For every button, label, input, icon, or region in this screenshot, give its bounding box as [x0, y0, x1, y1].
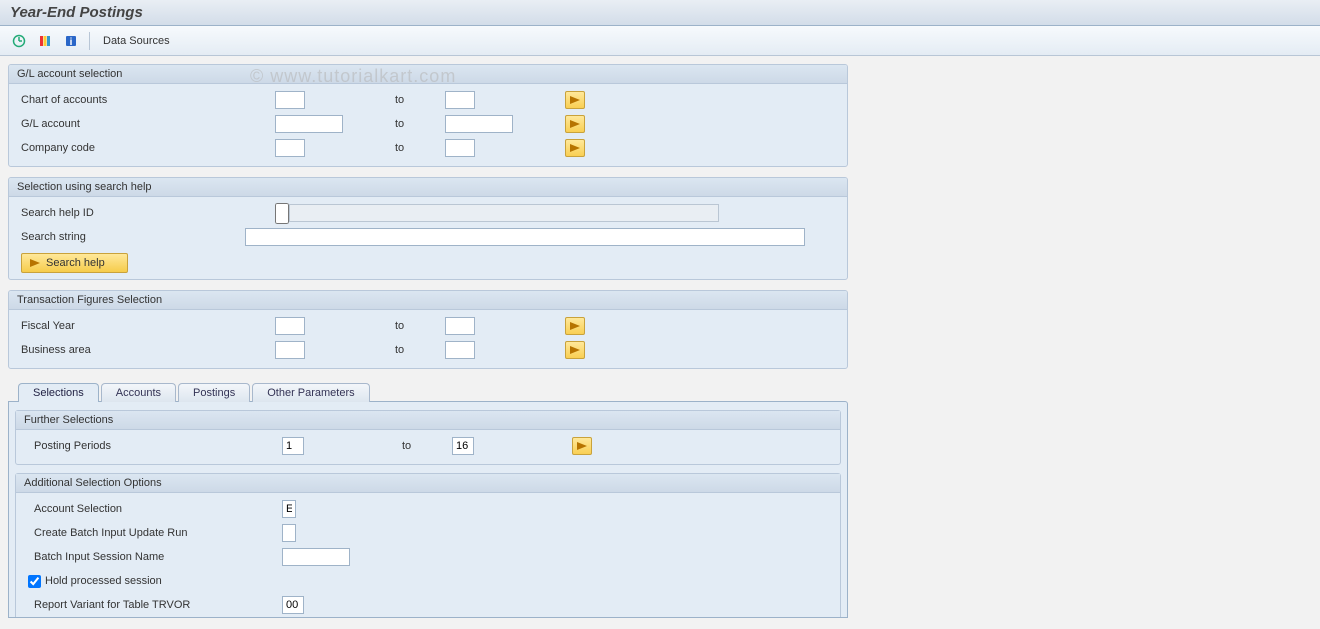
business-area-label: Business area — [15, 344, 275, 356]
posting-periods-from-input[interactable] — [282, 437, 304, 455]
hold-processed-session-label: Hold processed session — [45, 575, 162, 587]
business-area-from-input[interactable] — [275, 341, 305, 359]
multi-select-icon[interactable] — [565, 115, 585, 133]
multi-select-icon[interactable] — [572, 437, 592, 455]
page-title: Year-End Postings — [10, 4, 143, 21]
gl-account-from-input[interactable] — [275, 115, 343, 133]
multi-select-icon[interactable] — [565, 317, 585, 335]
svg-text:i: i — [70, 37, 73, 48]
info-icon[interactable]: i — [60, 31, 82, 51]
create-batch-input[interactable] — [282, 524, 296, 542]
batch-input-session-input[interactable] — [282, 548, 350, 566]
group-header: Further Selections — [16, 411, 840, 430]
account-selection-label: Account Selection — [22, 503, 282, 515]
group-further-selections: Further Selections Posting Periods to — [15, 410, 841, 465]
to-label: to — [402, 440, 452, 452]
tab-body-selections: Further Selections Posting Periods to Ad… — [8, 401, 848, 618]
execute-icon[interactable] — [8, 31, 30, 51]
group-search-help: Selection using search help Search help … — [8, 177, 848, 280]
tab-accounts[interactable]: Accounts — [101, 383, 176, 402]
group-header: G/L account selection — [9, 65, 847, 84]
tabstrip: Selections Accounts Postings Other Param… — [8, 379, 848, 618]
data-sources-button[interactable]: Data Sources — [103, 35, 170, 47]
fiscal-year-to-input[interactable] — [445, 317, 475, 335]
page-title-bar: Year-End Postings — [0, 0, 1320, 26]
fiscal-year-label: Fiscal Year — [15, 320, 275, 332]
variant-icon[interactable] — [34, 31, 56, 51]
tab-selections[interactable]: Selections — [18, 383, 99, 402]
search-help-button[interactable]: Search help — [21, 253, 128, 273]
chart-of-accounts-to-input[interactable] — [445, 91, 475, 109]
batch-input-session-label: Batch Input Session Name — [22, 551, 282, 563]
chart-of-accounts-label: Chart of accounts — [15, 94, 275, 106]
group-header: Selection using search help — [9, 178, 847, 197]
multi-select-icon[interactable] — [565, 91, 585, 109]
business-area-to-input[interactable] — [445, 341, 475, 359]
group-additional-selection-options: Additional Selection Options Account Sel… — [15, 473, 841, 617]
to-label: to — [395, 344, 445, 356]
search-string-input[interactable] — [245, 228, 805, 246]
search-string-label: Search string — [15, 231, 245, 243]
hold-processed-session-checkbox[interactable] — [28, 575, 41, 588]
to-label: to — [395, 142, 445, 154]
app-toolbar: i Data Sources © www.tutorialkart.com — [0, 26, 1320, 56]
group-transaction-figures: Transaction Figures Selection Fiscal Yea… — [8, 290, 848, 369]
company-code-label: Company code — [15, 142, 275, 154]
account-selection-input[interactable] — [282, 500, 296, 518]
tab-other-parameters[interactable]: Other Parameters — [252, 383, 369, 402]
company-code-from-input[interactable] — [275, 139, 305, 157]
search-help-id-label: Search help ID — [15, 207, 275, 219]
to-label: to — [395, 94, 445, 106]
report-variant-input[interactable] — [282, 596, 304, 614]
create-batch-input-label: Create Batch Input Update Run — [22, 527, 282, 539]
chart-of-accounts-from-input[interactable] — [275, 91, 305, 109]
posting-periods-label: Posting Periods — [22, 440, 282, 452]
search-help-id-input[interactable] — [275, 203, 289, 224]
to-label: to — [395, 320, 445, 332]
to-label: to — [395, 118, 445, 130]
tab-postings[interactable]: Postings — [178, 383, 250, 402]
multi-select-icon[interactable] — [565, 341, 585, 359]
report-variant-label: Report Variant for Table TRVOR — [22, 599, 282, 611]
company-code-to-input[interactable] — [445, 139, 475, 157]
arrow-right-icon — [30, 259, 40, 267]
hold-processed-session-row[interactable]: Hold processed session — [22, 575, 162, 588]
toolbar-separator — [89, 32, 90, 50]
multi-select-icon[interactable] — [565, 139, 585, 157]
search-help-button-label: Search help — [46, 257, 105, 269]
gl-account-to-input[interactable] — [445, 115, 513, 133]
posting-periods-to-input[interactable] — [452, 437, 474, 455]
gl-account-label: G/L account — [15, 118, 275, 130]
fiscal-year-from-input[interactable] — [275, 317, 305, 335]
group-header: Additional Selection Options — [16, 474, 840, 493]
group-header: Transaction Figures Selection — [9, 291, 847, 310]
group-gl-account-selection: G/L account selection Chart of accounts … — [8, 64, 848, 167]
search-help-id-desc — [289, 204, 719, 222]
